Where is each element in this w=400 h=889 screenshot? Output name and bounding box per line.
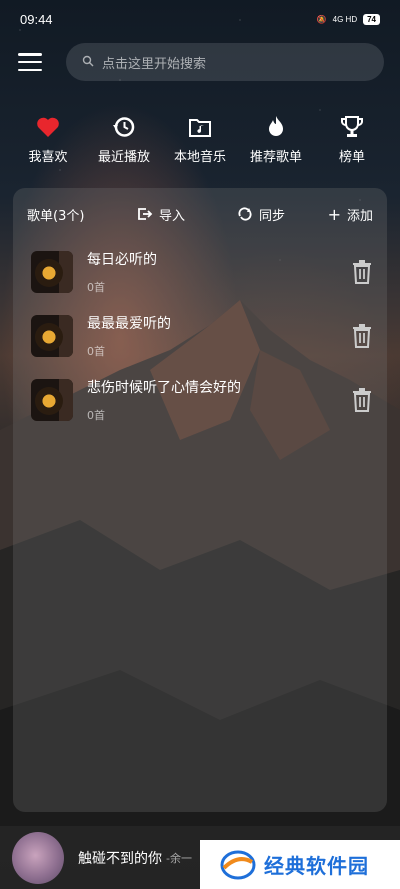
status-time: 09:44 <box>20 11 53 27</box>
import-button[interactable]: 导入 <box>137 205 185 224</box>
playlist-item[interactable]: 每日必听的 0首 <box>13 240 387 304</box>
quick-item-recent[interactable]: 最近播放 <box>86 112 162 172</box>
sync-label: 同步 <box>259 208 286 224</box>
quick-item-recommended[interactable]: 推荐歌单 <box>238 112 314 172</box>
quick-actions: 我喜欢 最近播放 本地音乐 推荐歌单 榜单 <box>0 112 400 172</box>
add-button[interactable]: + 添加 <box>328 205 373 224</box>
playlist-cover-image <box>31 315 73 357</box>
heart-icon <box>36 112 60 142</box>
network-label: 4G HD <box>332 14 358 24</box>
top-bar: 点击这里开始搜索 <box>0 42 400 82</box>
battery-indicator: 74 <box>363 13 380 25</box>
sync-button[interactable]: 同步 <box>237 205 285 224</box>
quick-item-label: 推荐歌单 <box>249 150 302 165</box>
mute-icon: 🔕 <box>316 14 327 24</box>
playlist-panel: 歌单(3个) 导入 同步 + 添加 每日必听的 0首 最最最爱听的 0首 悲伤时… <box>13 188 387 812</box>
watermark-text: 经典软件园 <box>264 854 369 878</box>
playlist-name: 最最最爱听的 <box>87 316 171 332</box>
playlist-cover-image <box>31 379 73 421</box>
quick-item-label: 榜单 <box>338 150 365 165</box>
search-input[interactable]: 点击这里开始搜索 <box>66 43 384 81</box>
quick-item-label: 最近播放 <box>97 150 150 165</box>
now-playing-artist: -余一 <box>166 851 192 865</box>
watermark-logo-icon <box>220 850 256 879</box>
menu-icon[interactable] <box>18 53 42 71</box>
playlist-cover-image <box>31 251 73 293</box>
flame-icon <box>265 112 287 142</box>
quick-item-charts[interactable]: 榜单 <box>314 112 390 172</box>
sync-icon <box>238 207 252 221</box>
status-indicators: 🔕 4G HD 74 <box>316 13 380 25</box>
quick-item-label: 本地音乐 <box>173 150 226 165</box>
plus-icon: + <box>327 204 341 224</box>
search-placeholder: 点击这里开始搜索 <box>102 56 207 72</box>
add-label: 添加 <box>346 208 373 224</box>
quick-item-label: 我喜欢 <box>28 150 68 165</box>
now-playing-title: 触碰不到的你 <box>78 850 162 867</box>
playlist-song-count: 0首 <box>87 345 105 358</box>
album-art <box>12 831 64 884</box>
playlist-song-count: 0首 <box>87 409 105 422</box>
quick-item-local[interactable]: 本地音乐 <box>162 112 238 172</box>
playlist-item[interactable]: 最最最爱听的 0首 <box>13 304 387 368</box>
playlist-header: 歌单(3个) 导入 同步 + 添加 <box>13 188 387 240</box>
playlist-item[interactable]: 悲伤时候听了心情会好的 0首 <box>13 368 387 432</box>
search-icon <box>82 55 94 70</box>
delete-icon[interactable] <box>351 324 373 348</box>
status-bar: 09:44 🔕 4G HD 74 <box>0 0 400 38</box>
quick-item-favorites[interactable]: 我喜欢 <box>10 112 86 172</box>
history-icon <box>112 112 136 142</box>
trophy-icon <box>340 112 364 142</box>
playlist-song-count: 0首 <box>87 281 105 294</box>
playlist-count-title: 歌单(3个) <box>27 208 85 224</box>
folder-music-icon <box>188 112 212 142</box>
watermark: 经典软件园 <box>200 840 400 889</box>
delete-icon[interactable] <box>351 260 373 284</box>
playlist-name: 每日必听的 <box>87 252 157 268</box>
playlist-name: 悲伤时候听了心情会好的 <box>87 380 241 396</box>
delete-icon[interactable] <box>351 388 373 412</box>
import-label: 导入 <box>159 208 186 224</box>
import-icon <box>138 208 153 220</box>
